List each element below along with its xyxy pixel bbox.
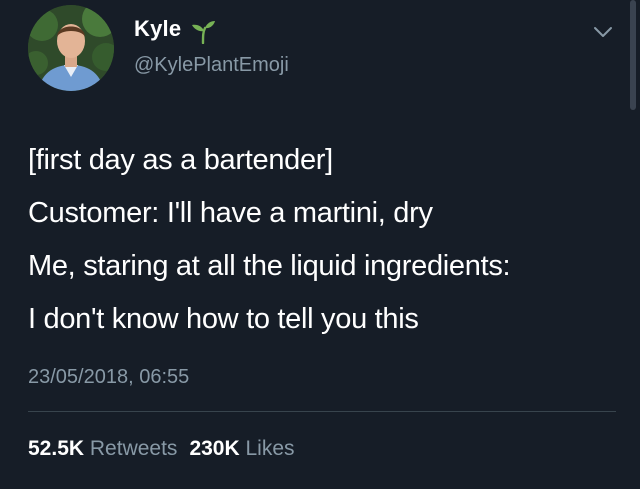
tweet-line: [first day as a bartender]: [28, 144, 333, 176]
user-handle[interactable]: @KylePlantEmoji: [134, 54, 289, 77]
retweets-stat[interactable]: 52.5K Retweets: [28, 437, 177, 460]
tweet-text: [first day as a bartender] Customer: I'l…: [28, 134, 623, 346]
scrollbar[interactable]: [630, 0, 636, 110]
divider: [28, 411, 616, 412]
seedling-icon: [192, 21, 215, 44]
avatar[interactable]: [28, 5, 114, 91]
retweets-label: Retweets: [89, 437, 178, 460]
tweet-stats: 52.5K Retweets 230K Likes: [28, 437, 295, 461]
display-name[interactable]: Kyle: [134, 16, 181, 42]
avatar-photo: [28, 5, 114, 91]
likes-count: 230K: [189, 437, 240, 460]
likes-stat[interactable]: 230K Likes: [189, 437, 294, 460]
chevron-down-icon[interactable]: [592, 24, 614, 40]
tweet-card: Kyle @KylePlantEmoji [first day as a bar…: [0, 0, 640, 489]
tweet-line: I don't know how to tell you this: [28, 303, 419, 335]
likes-label: Likes: [245, 437, 295, 460]
tweet-line: Customer: I'll have a martini, dry: [28, 197, 433, 229]
tweet-timestamp[interactable]: 23/05/2018, 06:55: [28, 366, 189, 389]
retweets-count: 52.5K: [28, 437, 85, 460]
tweet-line: Me, staring at all the liquid ingredient…: [28, 250, 511, 282]
